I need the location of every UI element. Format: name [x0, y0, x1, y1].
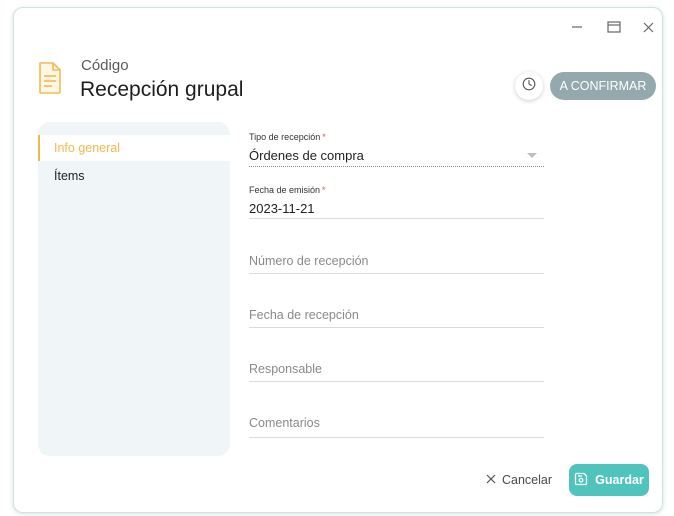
- responsable-placeholder: Responsable: [249, 362, 322, 376]
- code-label: Código: [81, 57, 129, 74]
- responsable-field[interactable]: Responsable: [249, 362, 544, 382]
- tipo-recepcion-label: Tipo de recepción *: [249, 132, 326, 142]
- sidebar-item-items[interactable]: Ítems: [38, 163, 230, 189]
- fecha-recepcion-placeholder: Fecha de recepción: [249, 308, 359, 322]
- page-title: Recepción grupal: [80, 78, 244, 101]
- required-marker: *: [322, 132, 326, 142]
- save-icon: [574, 472, 588, 489]
- close-icon: [486, 473, 496, 487]
- field-underline: [249, 218, 544, 219]
- fecha-emision-value: 2023-11-21: [249, 201, 315, 216]
- maximize-icon[interactable]: [601, 14, 627, 40]
- dialog-window: Código Recepción grupal A CONFIRMAR Info…: [13, 7, 663, 513]
- cancel-label: Cancelar: [502, 473, 553, 487]
- field-underline: [249, 437, 544, 438]
- document-icon: [38, 62, 62, 99]
- comentarios-field[interactable]: Comentarios: [249, 416, 544, 438]
- sidebar-item-info-general[interactable]: Info general: [38, 135, 230, 161]
- close-icon[interactable]: [635, 14, 661, 40]
- comentarios-placeholder: Comentarios: [249, 416, 320, 430]
- confirm-status-button[interactable]: A CONFIRMAR: [550, 72, 656, 100]
- tipo-recepcion-value: Órdenes de compra: [249, 148, 364, 163]
- field-underline: [249, 381, 544, 382]
- cancel-button[interactable]: Cancelar: [486, 470, 552, 490]
- clock-icon: [522, 77, 536, 96]
- field-underline: [249, 327, 544, 328]
- save-button[interactable]: Guardar: [569, 464, 649, 496]
- field-underline: [249, 166, 544, 167]
- numero-recepcion-placeholder: Número de recepción: [249, 254, 369, 268]
- side-navigation: Info general Ítems: [38, 122, 230, 456]
- field-underline: [249, 273, 544, 274]
- numero-recepcion-field[interactable]: Número de recepción: [249, 254, 544, 274]
- fecha-recepcion-field[interactable]: Fecha de recepción: [249, 308, 544, 328]
- tipo-recepcion-select[interactable]: Tipo de recepción * Órdenes de compra: [249, 132, 544, 168]
- required-marker: *: [322, 185, 326, 195]
- minimize-icon[interactable]: [564, 14, 590, 40]
- fecha-emision-field[interactable]: Fecha de emisión * 2023-11-21: [249, 185, 544, 221]
- history-button[interactable]: [515, 72, 543, 100]
- dropdown-arrow-icon: [527, 153, 537, 158]
- fecha-emision-label: Fecha de emisión *: [249, 185, 326, 195]
- save-label: Guardar: [595, 473, 644, 487]
